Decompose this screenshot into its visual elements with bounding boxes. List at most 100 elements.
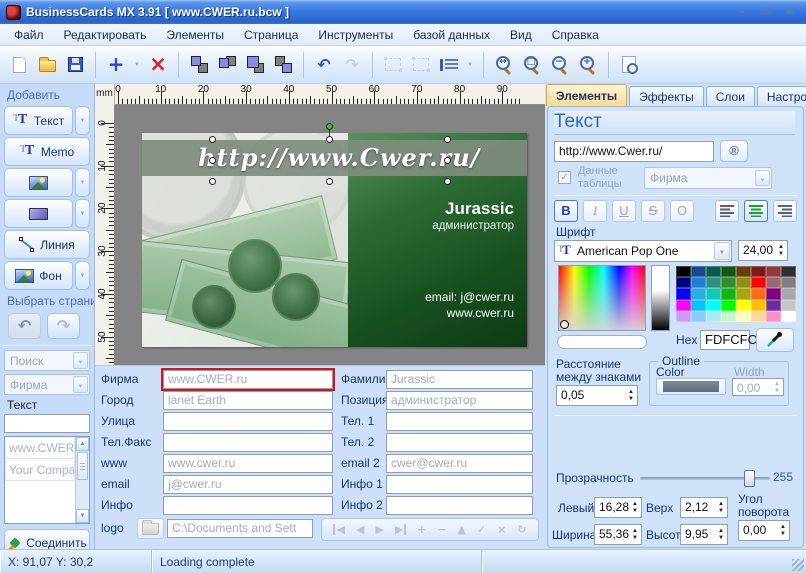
add-element-button[interactable] xyxy=(103,51,129,79)
add-text-dropdown[interactable] xyxy=(75,106,90,135)
width-spinner[interactable]: 55,36▲▼ xyxy=(594,524,642,545)
palette-swatch[interactable] xyxy=(781,311,796,322)
menu-item-Вид[interactable]: Вид xyxy=(500,25,542,45)
field-input-Тел. 2[interactable] xyxy=(386,433,533,452)
grayscale-strip[interactable] xyxy=(651,265,670,331)
scroll-down-icon[interactable]: ▼ xyxy=(76,509,89,523)
spacing-spinner[interactable]: 0,05▲▼ xyxy=(556,385,638,406)
field-input-Инфо 2[interactable] xyxy=(386,496,533,515)
resize-grip[interactable] xyxy=(792,559,804,571)
delete-record-button[interactable]: − xyxy=(437,524,446,535)
edit-record-button[interactable]: ▲ xyxy=(458,524,466,535)
palette-swatch[interactable] xyxy=(766,277,781,288)
selection-handle[interactable] xyxy=(444,157,451,164)
bring-to-front-button[interactable] xyxy=(186,51,212,79)
palette-swatch[interactable] xyxy=(691,311,706,322)
palette-swatch[interactable] xyxy=(706,300,721,311)
card-contact-text[interactable]: email: j@cwer.ru www.cwer.ru xyxy=(425,289,514,321)
angle-spinner[interactable]: 0,00▲▼ xyxy=(738,520,790,541)
bold-button[interactable]: B xyxy=(554,200,578,222)
selection-handle[interactable] xyxy=(209,157,216,164)
field-input-email 2[interactable]: cwer@cwer.ru xyxy=(386,454,533,473)
add-rectangle-dropdown[interactable] xyxy=(75,199,90,228)
selection-handle[interactable] xyxy=(326,136,333,143)
menu-item-Редактировать[interactable]: Редактировать xyxy=(54,25,157,45)
registered-symbol-button[interactable]: ® xyxy=(720,140,748,162)
zoom-in-button[interactable]: + xyxy=(575,51,601,79)
undo-button[interactable] xyxy=(311,51,337,79)
send-backward-button[interactable] xyxy=(270,51,296,79)
chevron-down-icon[interactable] xyxy=(73,352,88,369)
palette-swatch[interactable] xyxy=(781,266,796,277)
field-input-www[interactable]: www.cwer.ru xyxy=(163,454,333,473)
opacity-slider-thumb[interactable] xyxy=(744,470,755,487)
logo-browse-button[interactable] xyxy=(137,518,164,539)
chevron-down-icon[interactable] xyxy=(714,242,730,260)
scroll-up-icon[interactable]: ▲ xyxy=(76,437,89,451)
field-input-Инфо[interactable] xyxy=(163,496,333,515)
tab-Элементы[interactable]: Элементы xyxy=(546,84,627,106)
palette-swatch[interactable] xyxy=(766,300,781,311)
selection-handle[interactable] xyxy=(209,178,216,185)
palette-swatch[interactable] xyxy=(691,300,706,311)
firm-dropdown[interactable]: Фирма xyxy=(4,374,90,395)
save-button[interactable] xyxy=(62,51,88,79)
hex-input[interactable]: FDFCFC xyxy=(700,330,750,350)
palette-swatch[interactable] xyxy=(721,300,736,311)
color-gradient-picker[interactable] xyxy=(558,265,646,331)
align-left-button[interactable] xyxy=(715,200,739,222)
palette-swatch[interactable] xyxy=(676,266,691,277)
palette-swatch[interactable] xyxy=(766,288,781,299)
card-url-text[interactable]: http://www.Cwer.ru/ xyxy=(198,139,453,177)
add-line-button[interactable]: Линия xyxy=(4,230,90,259)
field-input-Фамилия[interactable]: Jurassic xyxy=(386,370,533,389)
palette-swatch[interactable] xyxy=(736,266,751,277)
palette-swatch[interactable] xyxy=(766,266,781,277)
font-dropdown[interactable]: TT American Pop One xyxy=(554,240,732,262)
italic-button[interactable]: I xyxy=(583,200,607,222)
add-background-dropdown[interactable] xyxy=(75,261,90,290)
redo-button[interactable] xyxy=(339,51,365,79)
group-button[interactable] xyxy=(380,51,406,79)
field-input-Улица[interactable] xyxy=(163,412,333,431)
palette-swatch[interactable] xyxy=(751,277,766,288)
align-center-button[interactable] xyxy=(744,200,768,222)
add-background-button[interactable]: Фон xyxy=(4,261,73,290)
palette-swatch[interactable] xyxy=(781,288,796,299)
underline-button[interactable]: U xyxy=(612,200,636,222)
rotation-handle[interactable] xyxy=(326,123,333,130)
page-forward-button[interactable] xyxy=(47,313,80,339)
delete-element-button[interactable] xyxy=(145,51,171,79)
outline-text-button[interactable]: O xyxy=(670,200,694,222)
search-dropdown[interactable]: Поиск xyxy=(4,350,90,371)
search-text-input[interactable] xyxy=(4,414,90,433)
tab-Слои[interactable]: Слои xyxy=(706,86,755,106)
card-name-text[interactable]: Jurassic xyxy=(445,199,514,219)
add-text-button[interactable]: TTТекст xyxy=(4,106,73,135)
palette-swatch[interactable] xyxy=(721,277,736,288)
palette-swatch[interactable] xyxy=(781,300,796,311)
palette-swatch[interactable] xyxy=(751,311,766,322)
logo-path-input[interactable]: C:\Documents and Sett xyxy=(167,519,313,538)
card-position-text[interactable]: администратор xyxy=(432,220,514,232)
send-to-back-button[interactable] xyxy=(214,51,240,79)
palette-swatch[interactable] xyxy=(691,288,706,299)
element-text-input[interactable]: http://www.Cwer.ru/ xyxy=(554,141,714,162)
selection-handle[interactable] xyxy=(444,178,451,185)
page-back-button[interactable] xyxy=(8,313,41,339)
outline-color-swatch[interactable] xyxy=(656,378,726,395)
menu-item-Страница[interactable]: Страница xyxy=(234,25,308,45)
align-right-button[interactable] xyxy=(773,200,797,222)
selection-handle[interactable] xyxy=(326,178,333,185)
menu-item-Элементы[interactable]: Элементы xyxy=(156,25,234,45)
palette-swatch[interactable] xyxy=(676,288,691,299)
tab-Настройки[interactable]: Настройки xyxy=(757,86,806,106)
palette-swatch[interactable] xyxy=(751,266,766,277)
hue-slider[interactable] xyxy=(557,335,647,349)
zoom-page-button[interactable]: □ xyxy=(519,51,545,79)
align-button[interactable] xyxy=(436,51,462,79)
prev-record-button[interactable]: ◀ xyxy=(356,524,364,535)
palette-swatch[interactable] xyxy=(706,311,721,322)
field-input-Позиция[interactable]: администратор xyxy=(386,391,533,410)
left-spinner[interactable]: 16,28▲▼ xyxy=(594,497,642,518)
